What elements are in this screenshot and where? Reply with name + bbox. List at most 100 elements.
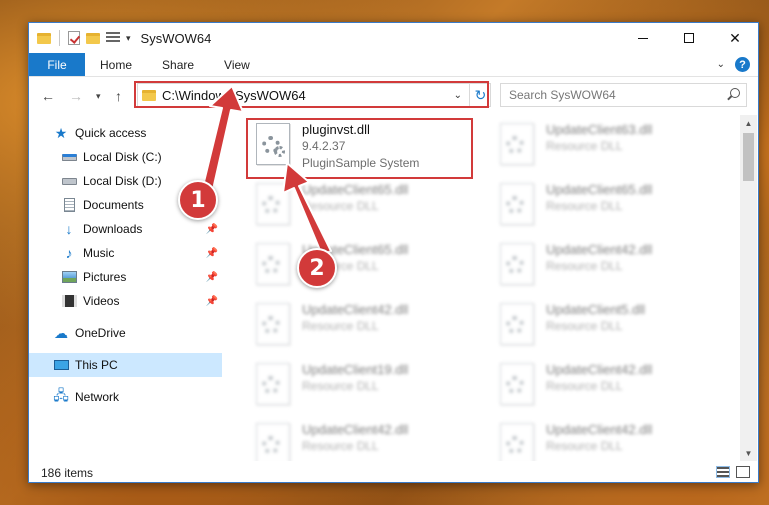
sidebar-item-this-pc[interactable]: This PC: [29, 353, 222, 377]
network-icon: 🖧: [53, 387, 69, 403]
file-tile[interactable]: UpdateClient42.dll Resource DLL: [246, 415, 486, 461]
ribbon-tabs: File Home Share View ⌄ ?: [29, 53, 758, 77]
file-name: UpdateClient42.dll: [546, 242, 653, 257]
sidebar-item-pictures[interactable]: Pictures 📌: [29, 265, 222, 289]
file-name: UpdateClient63.dll: [546, 122, 653, 137]
file-tile[interactable]: UpdateClient65.dll Resource DLL: [490, 175, 730, 231]
dll-file-icon: [500, 183, 534, 225]
file-name: UpdateClient42.dll: [302, 302, 409, 317]
search-input[interactable]: [509, 88, 709, 102]
status-bar: 186 items: [29, 463, 758, 483]
forward-arrow-icon[interactable]: →: [69, 88, 83, 104]
dll-file-icon: [256, 183, 290, 225]
document-icon: [61, 198, 77, 212]
file-tile[interactable]: UpdateClient42.dll Resource DLL: [490, 355, 730, 411]
dll-file-icon: [500, 423, 534, 461]
sidebar-item-label: Downloads: [83, 222, 143, 236]
pin-icon[interactable]: 📌: [206, 224, 218, 235]
pin-icon[interactable]: 📌: [206, 272, 218, 283]
step-callout-2: 2: [297, 248, 337, 288]
file-tile[interactable]: UpdateClient42.dll Resource DLL: [490, 415, 730, 461]
address-bar-highlight: [134, 81, 489, 108]
file-type: Resource DLL: [546, 139, 623, 153]
minimize-button[interactable]: [620, 23, 666, 53]
expand-ribbon-icon[interactable]: ⌄: [717, 59, 725, 70]
sidebar-item-music[interactable]: ♪ Music 📌: [29, 241, 222, 265]
ribbon-right-controls: ⌄ ?: [717, 57, 750, 72]
sidebar-item-quick-access[interactable]: ★ Quick access: [29, 121, 222, 145]
view-toggle-group: [716, 466, 750, 478]
up-arrow-icon[interactable]: ↑: [115, 88, 122, 104]
close-icon: ✕: [729, 29, 741, 46]
sidebar-item-onedrive[interactable]: ☁ OneDrive: [29, 321, 222, 345]
properties-check-icon[interactable]: [68, 31, 80, 45]
dll-file-icon: [256, 423, 290, 461]
scroll-down-icon[interactable]: ▼: [740, 445, 757, 461]
file-tile[interactable]: UpdateClient65.dll Resource DLL: [246, 235, 486, 291]
computer-icon: [53, 358, 69, 372]
file-tile[interactable]: UpdateClient63.dll Resource DLL: [490, 115, 730, 171]
file-type: Resource DLL: [302, 319, 379, 333]
file-type: Resource DLL: [546, 439, 623, 453]
pin-icon[interactable]: 📌: [206, 296, 218, 307]
sidebar-item-videos[interactable]: Videos 📌: [29, 289, 222, 313]
minimize-icon: [638, 37, 648, 39]
sidebar-item-local-disk-c[interactable]: Local Disk (C:): [29, 145, 222, 169]
dll-file-icon: [256, 243, 290, 285]
properties-icon[interactable]: [106, 32, 120, 44]
tab-file[interactable]: File: [29, 53, 85, 76]
file-name: UpdateClient42.dll: [546, 362, 653, 377]
details-view-icon[interactable]: [716, 466, 730, 478]
vertical-scrollbar[interactable]: ▲ ▼: [740, 115, 757, 461]
sidebar-item-label: This PC: [75, 358, 118, 372]
item-count: 186 items: [41, 466, 94, 480]
file-name: UpdateClient65.dll: [302, 182, 409, 197]
maximize-icon: [684, 33, 694, 43]
large-icons-view-icon[interactable]: [736, 466, 750, 478]
sidebar-item-label: Videos: [83, 294, 120, 308]
tab-share[interactable]: Share: [147, 53, 209, 76]
dll-file-icon: [500, 363, 534, 405]
file-tile[interactable]: UpdateClient42.dll Resource DLL: [246, 295, 486, 351]
scroll-up-icon[interactable]: ▲: [740, 115, 757, 131]
tab-home[interactable]: Home: [85, 53, 147, 76]
scrollbar-thumb[interactable]: [743, 133, 754, 181]
dll-file-icon: [500, 303, 534, 345]
pictures-icon: [61, 270, 77, 284]
sidebar-item-label: Quick access: [75, 126, 147, 140]
cloud-icon: ☁: [54, 324, 68, 341]
sidebar-item-label: OneDrive: [75, 326, 126, 340]
tab-view[interactable]: View: [209, 53, 265, 76]
file-type: Resource DLL: [546, 199, 623, 213]
file-type: Resource DLL: [302, 379, 379, 393]
back-arrow-icon[interactable]: ←: [41, 88, 55, 104]
pin-icon[interactable]: 📌: [206, 248, 218, 259]
file-name: UpdateClient5.dll: [546, 302, 646, 317]
title-bar: ▾ SysWOW64 ✕: [29, 23, 758, 53]
file-tile[interactable]: UpdateClient42.dll Resource DLL: [490, 235, 730, 291]
close-button[interactable]: ✕: [712, 23, 758, 53]
quick-access-toolbar: ▾: [29, 30, 131, 46]
new-folder-icon[interactable]: [86, 32, 100, 44]
file-name: UpdateClient42.dll: [302, 422, 409, 437]
video-icon: [61, 294, 77, 308]
search-box[interactable]: [500, 83, 747, 107]
file-name: UpdateClient19.dll: [302, 362, 409, 377]
file-type: Resource DLL: [546, 379, 623, 393]
maximize-button[interactable]: [666, 23, 712, 53]
file-tile[interactable]: UpdateClient65.dll Resource DLL: [246, 175, 486, 231]
sidebar-item-network[interactable]: 🖧 Network: [29, 385, 222, 409]
help-icon[interactable]: ?: [735, 57, 750, 72]
file-type: Resource DLL: [546, 319, 623, 333]
sidebar-item-downloads[interactable]: ↓ Downloads 📌: [29, 217, 222, 241]
file-tile[interactable]: UpdateClient5.dll Resource DLL: [490, 295, 730, 351]
file-name: UpdateClient65.dll: [546, 182, 653, 197]
search-icon[interactable]: [730, 88, 740, 98]
recent-locations-icon[interactable]: ▾: [96, 91, 101, 102]
customize-toolbar-icon[interactable]: ▾: [126, 33, 131, 44]
file-tile[interactable]: UpdateClient19.dll Resource DLL: [246, 355, 486, 411]
file-name: UpdateClient42.dll: [546, 422, 653, 437]
dll-file-icon: [500, 243, 534, 285]
dll-file-icon: [256, 303, 290, 345]
dll-file-icon: [256, 363, 290, 405]
